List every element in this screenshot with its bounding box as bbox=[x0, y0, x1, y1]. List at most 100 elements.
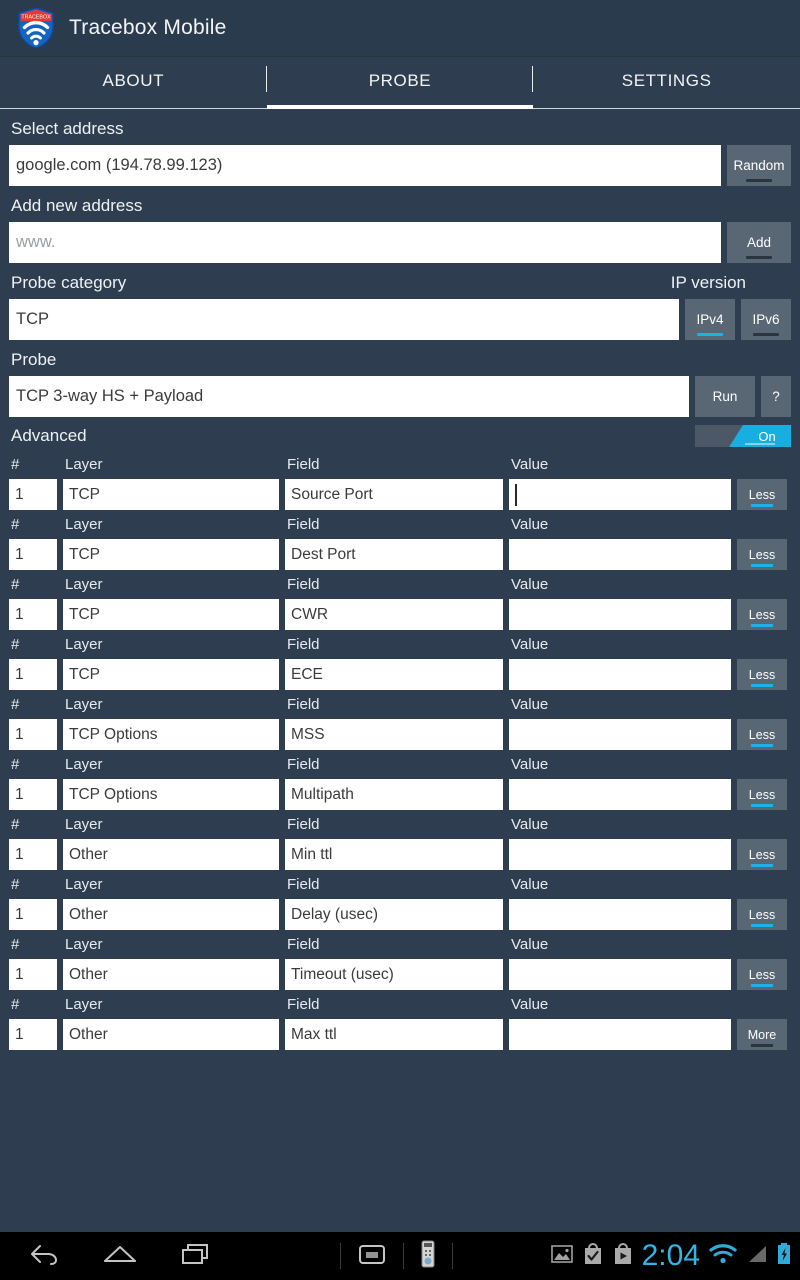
row-number-input[interactable]: 1 bbox=[9, 899, 57, 930]
less-button[interactable]: Less bbox=[737, 659, 787, 690]
row-layer-select[interactable]: TCP bbox=[63, 539, 279, 570]
row-layer-select[interactable]: TCP bbox=[63, 659, 279, 690]
row-value-input[interactable] bbox=[509, 599, 731, 630]
button-underline-mark bbox=[753, 333, 779, 336]
column-header-value: Value bbox=[511, 876, 549, 893]
row-number-input[interactable]: 1 bbox=[9, 839, 57, 870]
row-value-input[interactable] bbox=[509, 539, 731, 570]
column-header-value: Value bbox=[511, 936, 549, 953]
random-button[interactable]: Random bbox=[727, 145, 791, 186]
probe-form: Select address google.com (194.78.99.123… bbox=[0, 109, 800, 1280]
row-field-select[interactable]: Max ttl bbox=[285, 1019, 503, 1050]
row-value-input[interactable] bbox=[509, 479, 731, 510]
less-button[interactable]: Less bbox=[737, 959, 787, 990]
ipv6-button[interactable]: IPv6 bbox=[741, 299, 791, 340]
row-layer-select[interactable]: Other bbox=[63, 1019, 279, 1050]
advanced-row: Advanced On bbox=[9, 417, 791, 451]
add-address-input[interactable]: www. bbox=[9, 222, 721, 263]
less-button[interactable]: Less bbox=[737, 719, 787, 750]
row-value-input[interactable] bbox=[509, 1019, 731, 1050]
run-button[interactable]: Run bbox=[695, 376, 755, 417]
table-header-row: # Layer Field Value bbox=[9, 931, 791, 958]
row-field-select[interactable]: Min ttl bbox=[285, 839, 503, 870]
less-button[interactable]: Less bbox=[737, 599, 787, 630]
probe-select[interactable]: TCP 3-way HS + Payload bbox=[9, 376, 689, 417]
back-arrow-icon[interactable] bbox=[26, 1241, 60, 1272]
text-caret bbox=[515, 483, 517, 506]
row-number-input[interactable]: 1 bbox=[9, 1019, 57, 1050]
add-button[interactable]: Add bbox=[727, 222, 791, 263]
row-field-select[interactable]: Dest Port bbox=[285, 539, 503, 570]
apk-installed-icon[interactable] bbox=[582, 1242, 604, 1271]
more-button[interactable]: More bbox=[737, 1019, 787, 1050]
row-field-select[interactable]: Delay (usec) bbox=[285, 899, 503, 930]
play-store-icon[interactable] bbox=[612, 1242, 634, 1271]
status-clock: 2:04 bbox=[641, 1239, 700, 1272]
row-button-label: Less bbox=[748, 967, 776, 982]
row-number-input[interactable]: 1 bbox=[9, 719, 57, 750]
screenshot-icon[interactable] bbox=[355, 1241, 389, 1272]
select-address-input[interactable]: google.com (194.78.99.123) bbox=[9, 145, 721, 186]
row-layer-select[interactable]: TCP Options bbox=[63, 779, 279, 810]
column-header-layer: Layer bbox=[65, 996, 103, 1013]
button-underline-mark bbox=[746, 256, 772, 259]
row-layer-select[interactable]: TCP bbox=[63, 479, 279, 510]
tab-about[interactable]: ABOUT bbox=[0, 57, 267, 109]
row-value-input[interactable] bbox=[509, 839, 731, 870]
row-value-input[interactable] bbox=[509, 779, 731, 810]
row-number-input[interactable]: 1 bbox=[9, 959, 57, 990]
tab-settings[interactable]: SETTINGS bbox=[533, 57, 800, 109]
row-number-input[interactable]: 1 bbox=[9, 659, 57, 690]
column-header-num: # bbox=[11, 636, 20, 653]
row-value-input[interactable] bbox=[509, 899, 731, 930]
app-root: TRACEBOX Tracebox Mobile ABOUT PROBE SET… bbox=[0, 0, 800, 1280]
less-button[interactable]: Less bbox=[737, 839, 787, 870]
column-header-layer: Layer bbox=[65, 456, 103, 473]
row-layer-select[interactable]: Other bbox=[63, 899, 279, 930]
row-number-input[interactable]: 1 bbox=[9, 479, 57, 510]
row-number-input[interactable]: 1 bbox=[9, 779, 57, 810]
tab-probe[interactable]: PROBE bbox=[266, 57, 534, 109]
tab-settings-label: SETTINGS bbox=[621, 71, 712, 90]
recent-apps-icon[interactable] bbox=[180, 1241, 214, 1272]
column-header-layer: Layer bbox=[65, 696, 103, 713]
image-icon[interactable] bbox=[550, 1243, 574, 1270]
row-value-input[interactable] bbox=[509, 959, 731, 990]
probe-category-select[interactable]: TCP bbox=[9, 299, 679, 340]
nav-divider bbox=[403, 1243, 404, 1269]
row-field-select[interactable]: ECE bbox=[285, 659, 503, 690]
less-button[interactable]: Less bbox=[737, 539, 787, 570]
row-layer-select[interactable]: Other bbox=[63, 839, 279, 870]
row-number-input[interactable]: 1 bbox=[9, 599, 57, 630]
button-underline-mark bbox=[751, 624, 773, 627]
column-header-field: Field bbox=[287, 936, 320, 953]
advanced-toggle[interactable]: On bbox=[695, 425, 791, 447]
table-row: 1 Other Delay (usec) Less bbox=[9, 898, 791, 931]
less-button[interactable]: Less bbox=[737, 779, 787, 810]
button-underline-mark bbox=[751, 504, 773, 507]
home-icon[interactable] bbox=[102, 1241, 138, 1272]
help-button-label: ? bbox=[772, 389, 780, 404]
row-layer-select[interactable]: TCP bbox=[63, 599, 279, 630]
table-row: 1 TCP Dest Port Less bbox=[9, 538, 791, 571]
row-layer-select[interactable]: Other bbox=[63, 959, 279, 990]
row-field-select[interactable]: Multipath bbox=[285, 779, 503, 810]
advanced-label: Advanced bbox=[11, 426, 87, 445]
remote-control-icon[interactable] bbox=[418, 1240, 438, 1273]
row-field-select[interactable]: CWR bbox=[285, 599, 503, 630]
row-field-select[interactable]: MSS bbox=[285, 719, 503, 750]
row-field-select[interactable]: Timeout (usec) bbox=[285, 959, 503, 990]
ipv4-button[interactable]: IPv4 bbox=[685, 299, 735, 340]
row-value-input[interactable] bbox=[509, 719, 731, 750]
row-number-input[interactable]: 1 bbox=[9, 539, 57, 570]
row-value-input[interactable] bbox=[509, 659, 731, 690]
row-layer-select[interactable]: TCP Options bbox=[63, 719, 279, 750]
help-button[interactable]: ? bbox=[761, 376, 791, 417]
less-button[interactable]: Less bbox=[737, 899, 787, 930]
row-field-select[interactable]: Source Port bbox=[285, 479, 503, 510]
less-button[interactable]: Less bbox=[737, 479, 787, 510]
cell-signal-icon bbox=[746, 1243, 768, 1270]
column-header-value: Value bbox=[511, 636, 549, 653]
toggle-indicator bbox=[745, 443, 775, 445]
column-header-field: Field bbox=[287, 876, 320, 893]
